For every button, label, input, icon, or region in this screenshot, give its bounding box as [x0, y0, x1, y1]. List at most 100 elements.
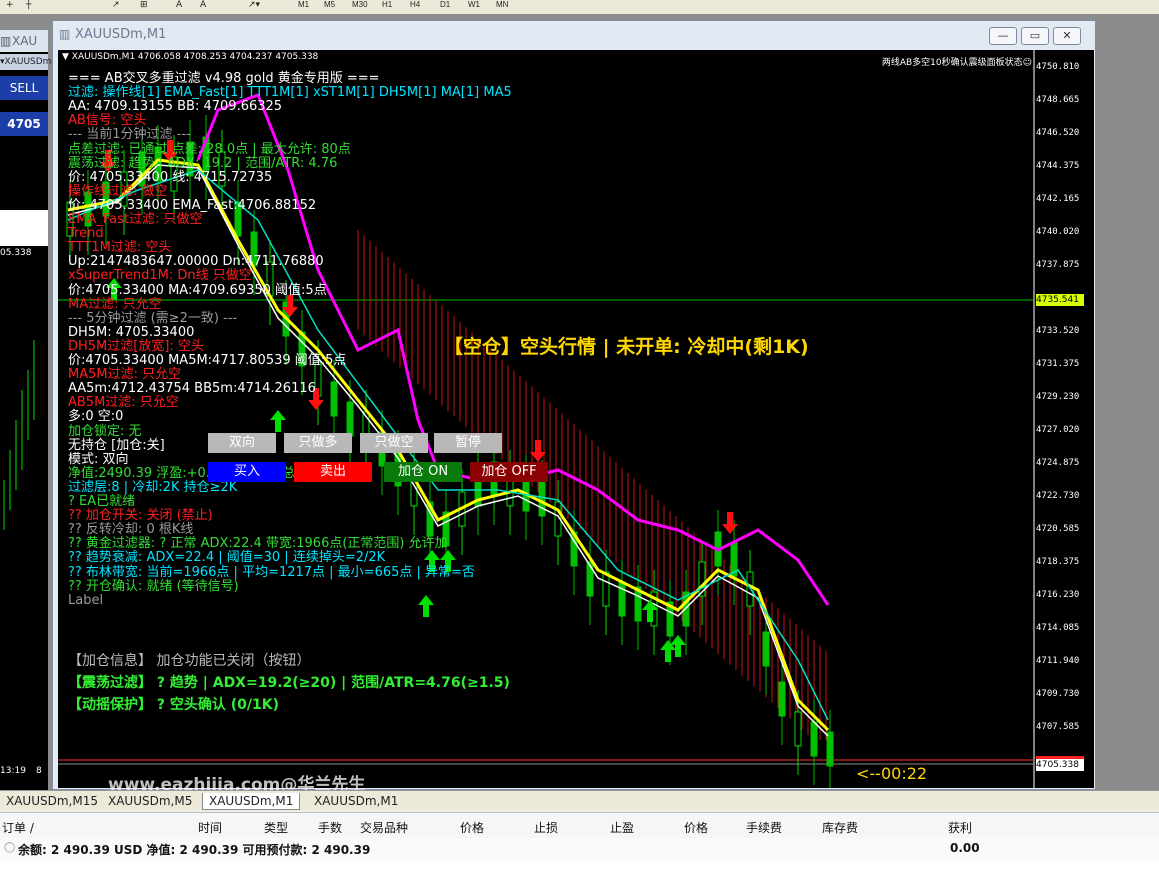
sell-price: 4705: [0, 112, 48, 136]
chart-tab[interactable]: XAUUSDm,M1: [308, 793, 404, 809]
position-status-banner: 【空仓】空头行情 | 未开单: 冷却中(剩1K): [444, 336, 809, 358]
pause-button[interactable]: 暂停: [434, 433, 502, 453]
mode-both-button[interactable]: 双向: [208, 433, 276, 453]
bottom-info-line: 【动摇保护】 ? 空头确认 (0/1K): [68, 697, 279, 713]
current-line-price-tag: 4735.541: [1036, 294, 1084, 306]
chart-area[interactable]: ▼ XAUUSDm,M1 4706.058 4708.253 4704.237 …: [58, 50, 1094, 795]
overlay-line: === AB交叉多重过滤 v4.98 gold 黄金专用版 ===: [68, 71, 380, 86]
timeframe-d1[interactable]: D1: [440, 0, 450, 9]
terminal-body: [0, 860, 1159, 883]
label-tool[interactable]: A: [200, 0, 206, 10]
candle-body: [538, 481, 546, 517]
overlay-line: 加仓锁定: 无: [68, 423, 142, 439]
overlay-line: 点差过滤: 已通过 点差: 28.0点 | 最大允许: 80点: [68, 141, 351, 157]
price-scale-tick: 4750.810: [1036, 62, 1080, 72]
text-tool[interactable]: A: [176, 0, 182, 10]
close-button[interactable]: ✕: [1053, 27, 1081, 45]
timeframe-m30[interactable]: M30: [352, 0, 368, 9]
chart-tab[interactable]: XAUUSDm,M5: [102, 793, 198, 809]
overlay-line: TTT1M过滤: 空头: [68, 240, 172, 256]
terminal-column-header[interactable]: 价格: [460, 819, 484, 836]
overlay-line: EMA_Fast过滤: 只做空: [68, 212, 203, 227]
buy-signal-arrow: [418, 595, 434, 617]
chart-tab[interactable]: XAUUSDm,M15: [0, 793, 104, 809]
fibo-tool[interactable]: ⊞: [140, 0, 148, 10]
overlay-line: DH5M: 4705.33400: [68, 324, 195, 340]
overlay-line: MA过滤: 只允空: [68, 296, 162, 312]
price-scale-tick: 4720.585: [1036, 524, 1080, 534]
terminal-column-header[interactable]: 库存费: [822, 819, 858, 836]
timeframe-m1[interactable]: M1: [298, 0, 309, 9]
overlay-line: Trend: [68, 226, 104, 242]
trendline-tool[interactable]: ↗: [112, 0, 120, 10]
left-time-label-2: 8: [36, 766, 42, 776]
current-price-tag: 4705.338: [1036, 756, 1084, 771]
add-position-off-button[interactable]: 加仓 OFF: [470, 462, 548, 482]
candle-body: [602, 571, 610, 607]
timeframe-w1[interactable]: W1: [468, 0, 480, 9]
left-axis-price: 05.338: [0, 248, 32, 258]
left-symbol-label: ▾XAUUSDm: [0, 54, 51, 70]
add-position-on-button[interactable]: 加仓 ON: [384, 462, 462, 482]
bottom-info-line: 【加仓信息】 加仓功能已关闭（按钮）: [68, 653, 311, 669]
toolbar: + ┼ ↗ ⊞ A A ↗▾ M1 M5 M30 H1 H4 D1 W1 MN: [0, 0, 1159, 15]
price-scale-tick: 4714.085: [1036, 623, 1080, 633]
overlay-line: Label: [68, 592, 104, 608]
terminal-column-header[interactable]: 类型: [264, 819, 288, 836]
vertical-line-tool[interactable]: ┼: [26, 0, 31, 10]
minimize-button[interactable]: —: [989, 27, 1017, 45]
main-window-titlebar[interactable]: ▥ XAUUSDm,M1 — ▭ ✕: [53, 21, 1095, 49]
overlay-line: ?? 加仓开关: 关闭 (禁止): [68, 508, 213, 524]
overlay-line: Up:2147483647.00000 Dn:4711.76880: [68, 254, 324, 270]
terminal-column-header[interactable]: 交易品种: [360, 819, 408, 836]
terminal-column-header[interactable]: 手数: [318, 819, 342, 836]
overlay-line: 价:4705.33400 MA5M:4717.80539 阈值:5点: [68, 353, 347, 368]
overlay-line: ?? 趋势衰减: ADX=22.4 | 阈值=30 | 连续掉头=2/2K: [68, 550, 386, 566]
sell-order-button[interactable]: 卖出: [294, 462, 372, 482]
timeframe-mn[interactable]: MN: [496, 0, 508, 9]
chart-tabs: XAUUSDm,M15 XAUUSDm,M5 XAUUSDm,M1 XAUUSDm,M…: [0, 790, 1159, 811]
balance-summary: 余额: 2 490.39 USD 净值: 2 490.39 可用预付款: 2 4…: [18, 843, 371, 857]
terminal-column-header[interactable]: 价格: [684, 819, 708, 836]
terminal-column-header[interactable]: 订单 /: [2, 819, 34, 836]
left-window-titlebar[interactable]: ▥ XAU: [0, 30, 48, 52]
overlay-line: 无持仓 [加仓:关]: [68, 437, 165, 453]
sell-signal-arrow: [722, 512, 738, 534]
mode-long-only-button[interactable]: 只做多: [284, 433, 352, 453]
price-scale-tick: 4707.585: [1036, 722, 1080, 732]
chart-icon: ▥: [59, 27, 71, 41]
buy-button[interactable]: 买入: [208, 462, 286, 482]
overlay-line: xSuperTrend1M: Dn线 只做空: [68, 268, 252, 284]
arrow-dropdown-tool[interactable]: ↗▾: [248, 0, 260, 10]
price-scale-tick: 4718.375: [1036, 557, 1080, 567]
timeframe-h4[interactable]: H4: [410, 0, 420, 9]
terminal-column-header[interactable]: 止盈: [610, 819, 634, 836]
overlay-line: 操作线过滤: 做空: [68, 183, 168, 199]
top-right-status: 两线AB多空10秒确认震级面板状态☺: [881, 58, 1032, 68]
candle-body: [778, 681, 786, 717]
crosshair-tool[interactable]: +: [6, 0, 14, 10]
total-profit: 0.00: [950, 841, 980, 855]
mode-short-only-button[interactable]: 只做空: [360, 433, 428, 453]
sell-button[interactable]: SELL: [0, 76, 48, 100]
terminal-column-header[interactable]: 手续费: [746, 819, 782, 836]
candle-timer: <--00:22: [856, 764, 928, 783]
price-scale-tick: 4709.730: [1036, 689, 1080, 699]
left-chart-window[interactable]: ▥ XAU ▾XAUUSDm SELL 4705 05.338 13:19 8: [0, 30, 51, 790]
price-scale-tick: 4742.165: [1036, 194, 1080, 204]
overlay-line: 模式: 双向: [68, 451, 129, 467]
candle-body: [810, 721, 818, 757]
timeframe-m5[interactable]: M5: [324, 0, 335, 9]
chart-tab[interactable]: XAUUSDm,M1: [202, 793, 301, 810]
timeframe-h1[interactable]: H1: [382, 0, 392, 9]
price-scale-tick: 4731.375: [1036, 359, 1080, 369]
terminal-column-header[interactable]: 止损: [534, 819, 558, 836]
price-scale-tick: 4722.730: [1036, 491, 1080, 501]
terminal-column-header[interactable]: 时间: [198, 819, 222, 836]
chart-icon: ▥: [0, 34, 12, 48]
terminal-column-header[interactable]: 获利: [948, 819, 972, 836]
maximize-button[interactable]: ▭: [1021, 27, 1049, 45]
chart-header: ▼ XAUUSDm,M1 4706.058 4708.253 4704.237 …: [62, 52, 319, 62]
terminal-balance-row: ◯ 余额: 2 490.39 USD 净值: 2 490.39 可用预付款: 2…: [0, 838, 1159, 860]
overlay-line: 过滤层:8 | 冷却:2K 持仓≥2K: [68, 479, 238, 495]
